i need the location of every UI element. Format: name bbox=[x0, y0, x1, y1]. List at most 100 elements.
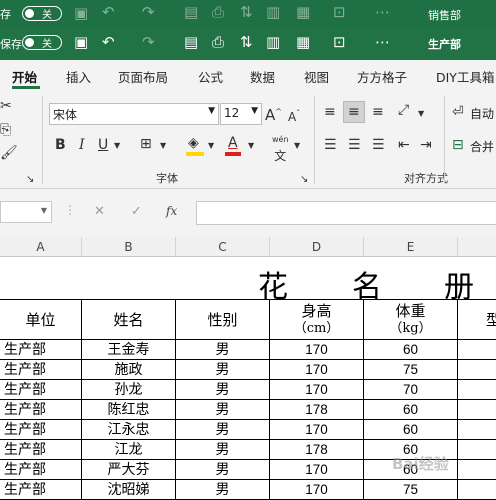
table-cell-name[interactable]: 孙龙 bbox=[82, 380, 176, 400]
chevron-down-icon[interactable]: ▼ bbox=[114, 138, 120, 154]
tab-diy-toolbox[interactable]: DIY工具箱 bbox=[436, 67, 494, 86]
table-cell-height[interactable]: 170 bbox=[270, 480, 364, 500]
column-header-c[interactable]: C bbox=[176, 237, 270, 257]
tab-view[interactable]: 视图 bbox=[304, 67, 329, 86]
header-cell-unit[interactable]: 单位 bbox=[0, 300, 82, 340]
copy-format-icon[interactable]: ⎘ bbox=[0, 122, 11, 138]
table-cell-gender[interactable]: 男 bbox=[176, 340, 270, 360]
table-cell-height[interactable]: 178 bbox=[270, 400, 364, 420]
table-cell-name[interactable]: 严大芬 bbox=[82, 460, 176, 480]
table-cell-type[interactable] bbox=[458, 480, 496, 500]
format-painter-icon[interactable]: 🖌 bbox=[0, 145, 18, 161]
tab-insert[interactable]: 插入 bbox=[66, 67, 91, 86]
align-top-icon[interactable]: ≡ bbox=[324, 104, 336, 120]
table-cell-type[interactable] bbox=[458, 360, 496, 380]
header-cell-type[interactable]: 型 bbox=[458, 300, 496, 340]
enter-icon[interactable]: ✓ bbox=[131, 204, 142, 219]
table-cell-name[interactable]: 施政 bbox=[82, 360, 176, 380]
autosave-toggle[interactable]: 关 bbox=[22, 35, 62, 50]
table-cell-name[interactable]: 陈红忠 bbox=[82, 400, 176, 420]
table-cell-weight[interactable]: 60 bbox=[364, 420, 458, 440]
table-cell-type[interactable] bbox=[458, 460, 496, 480]
align-middle-icon[interactable]: ≡ bbox=[348, 104, 360, 120]
sort-icon[interactable]: ⇅ bbox=[240, 34, 253, 50]
more-icon[interactable]: ⋯ bbox=[375, 34, 390, 50]
font-name-select[interactable]: 宋体 ▼ bbox=[49, 103, 219, 125]
table-cell-type[interactable] bbox=[458, 380, 496, 400]
merge-center-button[interactable]: 合并 bbox=[470, 138, 494, 155]
tab-fangfang[interactable]: 方方格子 bbox=[357, 67, 407, 86]
table-cell-height[interactable]: 170 bbox=[270, 360, 364, 380]
phonetic-button[interactable]: wén 文 bbox=[272, 132, 289, 166]
font-color-icon[interactable]: A bbox=[228, 135, 238, 151]
table-cell-unit[interactable]: 生产部 bbox=[0, 380, 82, 400]
align-right-icon[interactable]: ☰ bbox=[372, 137, 385, 153]
sort-icon[interactable]: ⇅ bbox=[240, 4, 253, 20]
font-size-select[interactable]: 12 ▼ bbox=[220, 103, 262, 125]
wrap-text-icon[interactable]: ⏎ bbox=[452, 104, 464, 120]
table-cell-height[interactable]: 170 bbox=[270, 380, 364, 400]
wrap-text-button[interactable]: 自动 bbox=[470, 105, 494, 122]
table-cell-type[interactable] bbox=[458, 400, 496, 420]
undo-icon[interactable]: ↶ bbox=[102, 4, 115, 20]
table-cell-weight[interactable]: 75 bbox=[364, 480, 458, 500]
grow-font-button[interactable]: A^ bbox=[265, 104, 282, 123]
redo-icon[interactable]: ↷ bbox=[142, 4, 155, 20]
table-cell-unit[interactable]: 生产部 bbox=[0, 480, 82, 500]
table-cell-height[interactable]: 170 bbox=[270, 420, 364, 440]
orientation-icon[interactable]: ⤢ bbox=[398, 102, 409, 118]
undo-icon[interactable]: ↶ bbox=[102, 34, 115, 50]
shrink-font-button[interactable]: Aˇ bbox=[288, 106, 300, 125]
cancel-icon[interactable]: ✕ bbox=[94, 204, 105, 219]
align-left-icon[interactable]: ☰ bbox=[324, 137, 337, 153]
chevron-down-icon[interactable]: ▼ bbox=[294, 138, 300, 154]
table-cell-gender[interactable]: 男 bbox=[176, 420, 270, 440]
tab-home[interactable]: 开始 bbox=[12, 67, 37, 86]
text-box-icon[interactable]: ⊡ bbox=[333, 4, 346, 20]
font-launcher-icon[interactable]: ↘ bbox=[300, 172, 308, 188]
italic-button[interactable]: I bbox=[79, 137, 85, 153]
tab-data[interactable]: 数据 bbox=[250, 67, 275, 86]
header-cell-weight[interactable]: 体重 （kg） bbox=[364, 300, 458, 340]
borders-icon[interactable]: ⊞ bbox=[140, 136, 152, 152]
chart-icon[interactable]: ▥ bbox=[266, 34, 280, 50]
save-icon[interactable]: ▣ bbox=[74, 5, 88, 21]
save-icon[interactable]: ▣ bbox=[74, 34, 88, 50]
text-box-icon[interactable]: ⊡ bbox=[333, 34, 346, 50]
increase-indent-icon[interactable]: ⇥ bbox=[420, 137, 432, 153]
table-cell-weight[interactable]: 60 bbox=[364, 340, 458, 360]
table-cell-unit[interactable]: 生产部 bbox=[0, 440, 82, 460]
table-cell-gender[interactable]: 男 bbox=[176, 460, 270, 480]
table-cell-name[interactable]: 江永忠 bbox=[82, 420, 176, 440]
table-cell-gender[interactable]: 男 bbox=[176, 480, 270, 500]
decrease-indent-icon[interactable]: ⇤ bbox=[398, 137, 410, 153]
table-cell-weight[interactable]: 75 bbox=[364, 360, 458, 380]
table-cell-unit[interactable]: 生产部 bbox=[0, 400, 82, 420]
chevron-down-icon[interactable]: ▼ bbox=[418, 106, 424, 122]
autosave-toggle[interactable]: 关 bbox=[22, 6, 62, 21]
chart-icon[interactable]: ▥ bbox=[266, 4, 280, 20]
table-cell-name[interactable]: 沈昭娣 bbox=[82, 480, 176, 500]
column-header-a[interactable]: A bbox=[0, 237, 82, 257]
tab-page-layout[interactable]: 页面布局 bbox=[118, 67, 168, 86]
drag-handle-icon[interactable]: ⋮ bbox=[64, 203, 76, 217]
copy-icon[interactable]: ▤ bbox=[184, 4, 198, 20]
chevron-down-icon[interactable]: ▼ bbox=[208, 138, 214, 154]
column-header-d[interactable]: D bbox=[270, 237, 364, 257]
table-icon[interactable]: ▦ bbox=[296, 34, 310, 50]
header-cell-name[interactable]: 姓名 bbox=[82, 300, 176, 340]
more-icon[interactable]: ⋯ bbox=[375, 4, 390, 20]
redo-icon[interactable]: ↷ bbox=[142, 34, 155, 50]
column-header-f[interactable] bbox=[458, 237, 496, 257]
column-header-b[interactable]: B bbox=[82, 237, 176, 257]
table-cell-type[interactable] bbox=[458, 440, 496, 460]
bold-button[interactable]: B bbox=[55, 137, 66, 153]
table-cell-name[interactable]: 江龙 bbox=[82, 440, 176, 460]
table-cell-unit[interactable]: 生产部 bbox=[0, 420, 82, 440]
cut-icon[interactable]: ✂ bbox=[0, 98, 12, 114]
tab-formulas[interactable]: 公式 bbox=[198, 67, 223, 86]
function-icon[interactable]: fx bbox=[166, 204, 177, 218]
table-cell-height[interactable]: 170 bbox=[270, 460, 364, 480]
table-cell-weight[interactable]: 60 bbox=[364, 400, 458, 420]
table-cell-height[interactable]: 170 bbox=[270, 340, 364, 360]
